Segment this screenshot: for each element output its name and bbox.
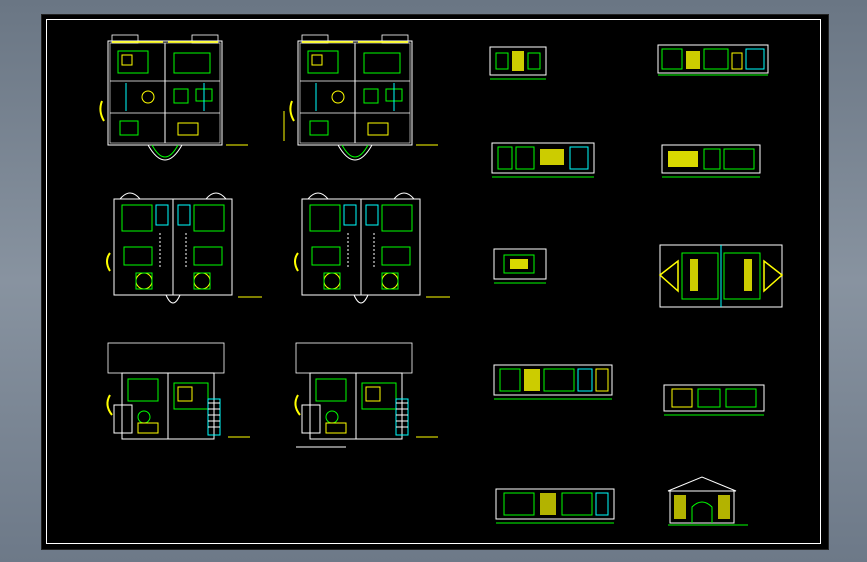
- elevation-9: [495, 488, 615, 524]
- floor-plan-3: [106, 192, 262, 304]
- floor-plan-6: [294, 342, 438, 448]
- floor-plan-1: [99, 34, 248, 161]
- elevation-1: [489, 46, 547, 80]
- elevation-6: [658, 244, 784, 308]
- elevation-3: [491, 142, 595, 178]
- drawing-viewport[interactable]: [41, 14, 829, 550]
- elevation-7: [493, 364, 613, 400]
- elevation-5: [493, 248, 547, 284]
- elevation-8: [663, 384, 765, 416]
- floor-plan-4: [294, 192, 450, 304]
- elevation-2: [657, 44, 769, 76]
- elevation-10: [667, 476, 748, 526]
- elevation-4: [661, 144, 761, 178]
- floor-plan-2: [283, 34, 438, 161]
- cad-drawing-canvas: [99, 34, 784, 526]
- floor-plan-5: [106, 342, 250, 440]
